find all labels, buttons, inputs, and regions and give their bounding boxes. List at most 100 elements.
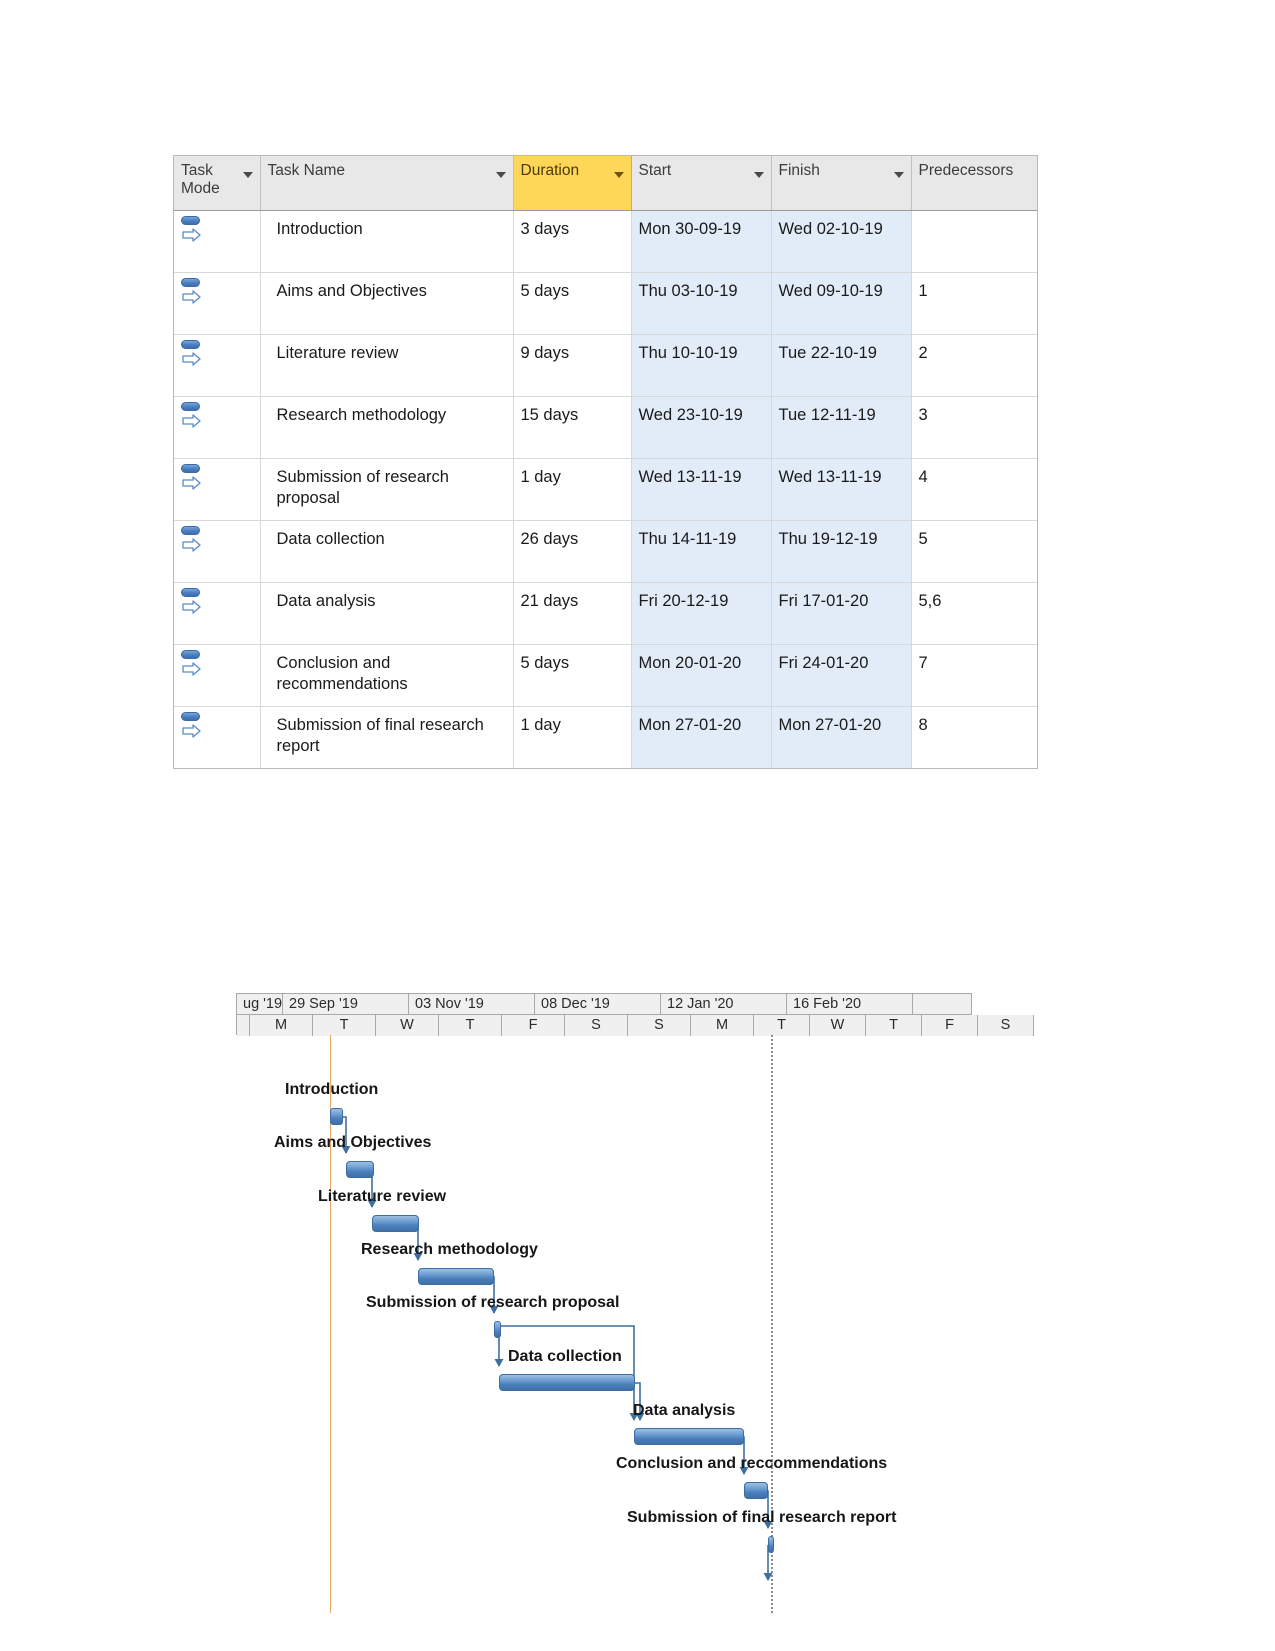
task-name-cell[interactable]: Conclusion and recommendations <box>260 644 514 707</box>
arrow-right-icon <box>182 662 201 676</box>
finish-date-cell[interactable]: Tue 22-10-19 <box>771 334 912 397</box>
finish-date-cell[interactable]: Thu 19-12-19 <box>771 520 912 583</box>
task-name-cell[interactable]: Submission of final research report <box>260 706 514 768</box>
predecessors-cell[interactable]: 3 <box>911 396 1037 459</box>
predecessors-cell[interactable]: 5,6 <box>911 582 1037 645</box>
duration-cell[interactable]: 21 days <box>513 582 632 645</box>
table-row[interactable]: Literature review 9 days Thu 10-10-19 Tue 2… <box>174 334 1037 397</box>
gantt-bar[interactable] <box>634 1428 744 1445</box>
gantt-bar[interactable] <box>330 1108 343 1125</box>
task-name-cell[interactable]: Aims and Objectives <box>260 272 514 335</box>
task-mode-cell[interactable] <box>174 582 261 645</box>
chevron-down-icon[interactable] <box>242 172 253 178</box>
duration-cell[interactable]: 9 days <box>513 334 632 397</box>
task-name-cell[interactable]: Data collection <box>260 520 514 583</box>
task-name-cell[interactable]: Introduction <box>260 210 514 273</box>
duration-cell-text: 1 day <box>520 716 561 734</box>
finish-date-cell[interactable]: Wed 09-10-19 <box>771 272 912 335</box>
gantt-bar[interactable] <box>372 1215 419 1232</box>
gantt-bar[interactable] <box>418 1268 494 1285</box>
table-row[interactable]: Research methodology 15 days Wed 23-10-19 T… <box>174 396 1037 459</box>
predecessors-cell[interactable]: 5 <box>911 520 1037 583</box>
duration-cell[interactable]: 3 days <box>513 210 632 273</box>
duration-cell[interactable]: 5 days <box>513 644 632 707</box>
task-mode-cell[interactable] <box>174 458 261 521</box>
chevron-down-icon[interactable] <box>753 172 764 178</box>
task-mode-cell[interactable] <box>174 644 261 707</box>
start-date-cell[interactable]: Thu 03-10-19 <box>631 272 772 335</box>
column-header-start[interactable]: Start <box>631 156 772 211</box>
gantt-task-label: Submission of final research report <box>627 1509 897 1526</box>
task-name-cell[interactable]: Research methodology <box>260 396 514 459</box>
start-date-cell[interactable]: Fri 20-12-19 <box>631 582 772 645</box>
finish-date-cell[interactable]: Tue 12-11-19 <box>771 396 912 459</box>
gantt-task-label: Research methodology <box>361 1241 538 1258</box>
start-date-cell[interactable]: Mon 20-01-20 <box>631 644 772 707</box>
task-mode-cell[interactable] <box>174 396 261 459</box>
column-header-label: Duration <box>520 162 580 179</box>
predecessors-cell-text: 7 <box>918 654 928 672</box>
task-mode-cell[interactable] <box>174 706 261 768</box>
task-name-cell[interactable]: Data analysis <box>260 582 514 645</box>
start-date-cell[interactable]: Thu 14-11-19 <box>631 520 772 583</box>
chevron-down-icon[interactable] <box>495 172 506 178</box>
start-date-cell[interactable]: Wed 13-11-19 <box>631 458 772 521</box>
start-date-cell[interactable]: Thu 10-10-19 <box>631 334 772 397</box>
task-mode-cell[interactable] <box>174 210 261 273</box>
start-date-cell[interactable]: Mon 30-09-19 <box>631 210 772 273</box>
timescale-major-cell: ug '19 <box>237 994 283 1014</box>
manually-scheduled-icon <box>180 277 206 307</box>
table-row[interactable]: Conclusion and recommendations 5 days Mon … <box>174 644 1037 707</box>
start-date-cell-text: Wed 23-10-19 <box>638 406 743 424</box>
column-header-task-mode[interactable]: Task Mode <box>174 156 261 211</box>
predecessors-cell[interactable]: 4 <box>911 458 1037 521</box>
table-row[interactable]: Aims and Objectives 5 days Thu 03-10-19 Wed… <box>174 272 1037 335</box>
task-mode-cell[interactable] <box>174 520 261 583</box>
timescale-minor-cell: M <box>250 1015 313 1036</box>
gantt-bar[interactable] <box>499 1374 635 1391</box>
start-date-cell[interactable]: Wed 23-10-19 <box>631 396 772 459</box>
task-pill-icon <box>181 650 200 659</box>
finish-date-cell[interactable]: Wed 02-10-19 <box>771 210 912 273</box>
predecessors-cell[interactable]: 2 <box>911 334 1037 397</box>
arrow-right-icon <box>182 600 201 614</box>
manually-scheduled-icon <box>180 587 206 617</box>
gantt-bar[interactable] <box>346 1161 374 1178</box>
chevron-down-icon[interactable] <box>613 172 624 178</box>
column-header-finish[interactable]: Finish <box>771 156 912 211</box>
chevron-down-icon[interactable] <box>893 172 904 178</box>
column-header-task-name[interactable]: Task Name <box>260 156 514 211</box>
manually-scheduled-icon <box>180 525 206 555</box>
duration-cell[interactable]: 26 days <box>513 520 632 583</box>
predecessors-cell[interactable] <box>911 210 1037 273</box>
task-mode-cell[interactable] <box>174 334 261 397</box>
table-row[interactable]: Submission of final research report 1 day… <box>174 706 1037 768</box>
task-name-cell[interactable]: Literature review <box>260 334 514 397</box>
gantt-bar[interactable] <box>768 1536 774 1553</box>
table-row[interactable]: Introduction 3 days Mon 30-09-19 Wed 02-10-… <box>174 210 1037 273</box>
finish-date-cell[interactable]: Wed 13-11-19 <box>771 458 912 521</box>
finish-date-cell-text: Mon 27-01-20 <box>778 716 882 734</box>
duration-cell[interactable]: 15 days <box>513 396 632 459</box>
table-row[interactable]: Submission of research proposal 1 day Wed … <box>174 458 1037 521</box>
finish-date-cell[interactable]: Mon 27-01-20 <box>771 706 912 768</box>
column-header-predecessors[interactable]: Predecessors <box>911 156 1037 211</box>
gantt-bar[interactable] <box>494 1321 501 1338</box>
duration-cell[interactable]: 5 days <box>513 272 632 335</box>
task-mode-cell[interactable] <box>174 272 261 335</box>
predecessors-cell[interactable]: 7 <box>911 644 1037 707</box>
duration-cell[interactable]: 1 day <box>513 706 632 768</box>
predecessors-cell[interactable]: 1 <box>911 272 1037 335</box>
table-row[interactable]: Data analysis 21 days Fri 20-12-19 Fri 17-0… <box>174 582 1037 645</box>
gantt-bar[interactable] <box>744 1482 768 1499</box>
column-header-duration[interactable]: Duration <box>513 156 632 211</box>
task-name-cell-text: Submission of final research report <box>276 716 484 755</box>
task-name-cell[interactable]: Submission of research proposal <box>260 458 514 521</box>
predecessors-cell[interactable]: 8 <box>911 706 1037 768</box>
finish-date-cell[interactable]: Fri 17-01-20 <box>771 582 912 645</box>
arrow-right-icon <box>182 352 201 366</box>
table-row[interactable]: Data collection 26 days Thu 14-11-19 Thu 19… <box>174 520 1037 583</box>
start-date-cell[interactable]: Mon 27-01-20 <box>631 706 772 768</box>
finish-date-cell[interactable]: Fri 24-01-20 <box>771 644 912 707</box>
duration-cell[interactable]: 1 day <box>513 458 632 521</box>
